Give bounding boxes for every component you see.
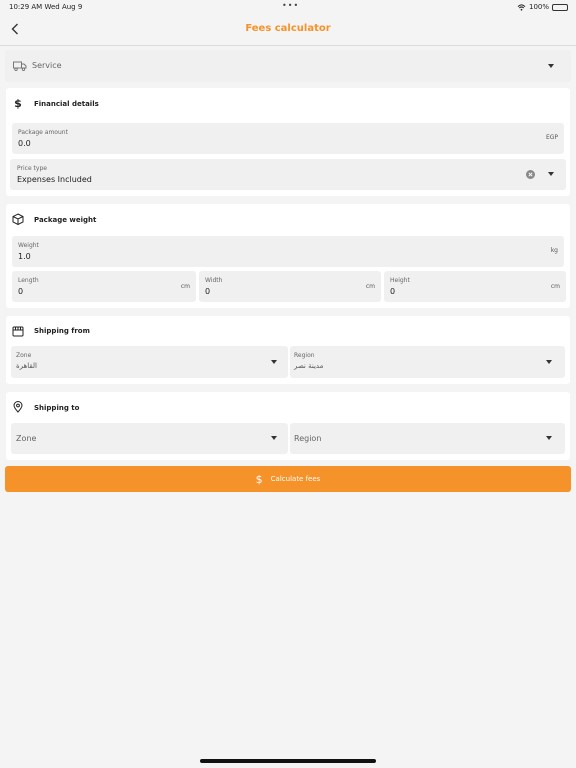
field-value: 0 [390, 287, 396, 296]
calculate-fees-label: Calculate fees [270, 475, 321, 483]
multitasking-dots[interactable]: ••• [282, 1, 299, 10]
financial-details-header: $ Financial details [6, 88, 570, 118]
shipping-to-header: Shipping to [6, 392, 570, 422]
field-value: القاهرة [16, 362, 37, 370]
battery-percent: 100% [528, 3, 549, 11]
package-weight-card: Package weight Weight 1.0 kg Length 0 cm… [6, 204, 570, 308]
calculate-fees-button[interactable]: $ Calculate fees [5, 466, 571, 492]
chevron-down-icon [271, 436, 277, 440]
to-region-dropdown[interactable]: Region [290, 423, 565, 454]
field-value: Expenses Included [17, 175, 92, 184]
field-value: مدينة نصر [294, 362, 324, 370]
unit-suffix: cm [365, 283, 375, 290]
truck-icon [13, 61, 27, 71]
chevron-down-icon [271, 360, 277, 364]
shipping-from-header: Shipping from [6, 316, 570, 346]
width-field[interactable]: Width 0 cm [199, 271, 381, 302]
weight-field[interactable]: Weight 1.0 kg [12, 236, 564, 267]
page-title: Fees calculator [245, 23, 331, 34]
status-bar: 10:29 AM Wed Aug 9 ••• 100% [0, 0, 576, 14]
unit-suffix: cm [180, 283, 190, 290]
unit-suffix: cm [550, 283, 560, 290]
x-icon [528, 172, 533, 177]
clear-icon[interactable] [526, 170, 535, 179]
dollar-icon: $ [14, 96, 22, 110]
height-field[interactable]: Height 0 cm [384, 271, 566, 302]
service-dropdown[interactable]: Service [5, 50, 571, 82]
dollar-icon: $ [255, 472, 263, 486]
section-title: Package weight [34, 216, 97, 224]
field-label: Price type [17, 165, 47, 172]
field-label: Region [294, 352, 315, 359]
field-label: Width [205, 277, 223, 284]
to-zone-dropdown[interactable]: Zone [11, 423, 288, 454]
wifi-icon [517, 3, 526, 11]
status-indicators: 100% [517, 3, 568, 11]
section-title: Shipping from [34, 327, 90, 335]
field-label: Package amount [18, 129, 68, 136]
section-title: Shipping to [34, 404, 80, 412]
unit-suffix: kg [550, 247, 558, 254]
field-label: Length [18, 277, 39, 284]
field-label: Weight [18, 242, 39, 249]
location-pin-icon [12, 401, 24, 413]
length-field[interactable]: Length 0 cm [12, 271, 196, 302]
chevron-down-icon [546, 360, 552, 364]
package-amount-field[interactable]: Package amount 0.0 EGP [12, 123, 564, 154]
chevron-down-icon [546, 436, 552, 440]
status-time: 10:29 AM Wed Aug 9 [9, 3, 83, 11]
home-indicator[interactable] [200, 759, 376, 763]
currency-suffix: EGP [545, 134, 558, 141]
package-weight-header: Package weight [6, 204, 570, 234]
shipping-from-card: Shipping from Zone القاهرة Region مدينة … [6, 316, 570, 384]
zone-placeholder: Zone [16, 434, 37, 443]
chevron-down-icon [548, 172, 554, 176]
region-placeholder: Region [294, 434, 322, 443]
field-value: 0 [18, 287, 24, 296]
field-value: 0.0 [18, 139, 31, 148]
navigation-bar: Fees calculator [0, 14, 576, 46]
box-icon [12, 213, 24, 225]
field-value: 0 [205, 287, 211, 296]
chevron-down-icon [548, 64, 554, 68]
from-region-dropdown[interactable]: Region مدينة نصر [290, 346, 565, 378]
price-type-dropdown[interactable]: Price type Expenses Included [10, 159, 566, 190]
field-label: Zone [16, 352, 32, 359]
field-value: 1.0 [18, 252, 31, 261]
field-label: Height [390, 277, 410, 284]
section-title: Financial details [34, 100, 99, 108]
service-placeholder: Service [32, 61, 62, 70]
financial-details-card: $ Financial details Package amount 0.0 E… [6, 88, 570, 196]
from-zone-dropdown[interactable]: Zone القاهرة [11, 346, 288, 378]
store-icon [12, 325, 24, 337]
battery-icon [552, 3, 568, 11]
shipping-to-card: Shipping to Zone Region [6, 392, 570, 460]
